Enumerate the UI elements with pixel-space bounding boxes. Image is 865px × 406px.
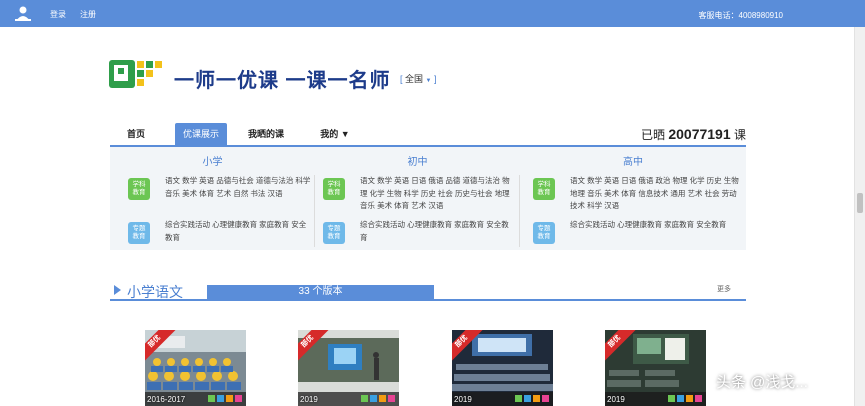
lesson-counter: 已晒 20077191 课 xyxy=(641,123,746,145)
topic-list[interactable]: 综合实践活动 心理健康教育 家庭教育 安全教育 xyxy=(570,219,740,232)
counter-value: 20077191 xyxy=(668,126,731,142)
resource-icon xyxy=(217,395,224,402)
resource-icon xyxy=(235,395,242,402)
resource-icon xyxy=(677,395,684,402)
page-scrollbar[interactable] xyxy=(854,27,865,406)
resource-icon xyxy=(524,395,531,402)
category-panel: 小学 学科 教育 语文 数学 英语 品德与社会 道德与法治 科学 音乐 美术 体育… xyxy=(110,147,746,250)
category-title[interactable]: 初中 xyxy=(315,153,520,168)
resource-icons xyxy=(666,395,702,403)
topic-badge: 专题 教育 xyxy=(128,222,150,244)
subject-badge: 学科 教育 xyxy=(323,178,345,200)
counter-suffix: 课 xyxy=(733,128,746,142)
watermark: 头条 @浅戈... xyxy=(716,374,808,391)
counter-prefix: 已晒 xyxy=(640,128,665,142)
resource-icon xyxy=(361,395,368,402)
resource-icons xyxy=(513,395,549,403)
tab-showcase[interactable]: 优课展示 xyxy=(175,123,227,145)
category-title[interactable]: 小学 xyxy=(110,153,315,168)
more-link[interactable]: 更多 xyxy=(717,284,731,294)
region-selector[interactable]: [ 全国 ▼ ] xyxy=(400,72,437,85)
scrollbar-thumb[interactable] xyxy=(857,193,863,213)
top-bar: 登录 注册 客服电话：4008980910 xyxy=(0,0,865,27)
topic-list[interactable]: 综合实践活动 心理健康教育 家庭教育 安全教育 xyxy=(360,219,515,244)
topic-badge: 专题 教育 xyxy=(533,222,555,244)
site-logo[interactable] xyxy=(109,58,167,90)
resource-icon xyxy=(668,395,675,402)
category-primary: 小学 学科 教育 语文 数学 英语 品德与社会 道德与法治 科学 音乐 美术 体育… xyxy=(110,147,315,250)
login-link[interactable]: 登录 xyxy=(50,9,66,20)
subject-badge: 学科 教育 xyxy=(128,178,150,200)
lesson-thumbnail[interactable]: 部优 2019 xyxy=(298,330,399,406)
tab-home[interactable]: 首页 xyxy=(118,123,154,145)
register-link[interactable]: 注册 xyxy=(80,9,96,20)
resource-icon xyxy=(695,395,702,402)
region-label: 全国 xyxy=(405,74,424,84)
caret-down-icon: ▼ xyxy=(340,129,350,139)
category-high: 高中 学科 教育 语文 数学 英语 日语 俄语 政治 物理 化学 历史 生物 地理… xyxy=(520,147,746,250)
category-title[interactable]: 高中 xyxy=(520,153,746,168)
category-middle: 初中 学科 教育 语文 数学 英语 日语 俄语 品德 道德与法治 物理 化学 生物… xyxy=(315,147,520,250)
subject-list[interactable]: 语文 数学 英语 日语 俄语 品德 道德与法治 物理 化学 生物 科学 历史 社… xyxy=(360,175,515,213)
resource-icons xyxy=(359,395,395,403)
topic-badge: 专题 教育 xyxy=(323,222,345,244)
lesson-thumbnail[interactable]: 部优 2019 xyxy=(452,330,553,406)
version-count[interactable]: 33 个版本 xyxy=(207,285,434,299)
resource-icon xyxy=(542,395,549,402)
subject-list[interactable]: 语文 数学 英语 日语 俄语 政治 物理 化学 历史 生物 地理 音乐 美术 体… xyxy=(570,175,740,213)
tab-mine[interactable]: 我的 ▼ xyxy=(310,123,360,145)
main-nav: 首页 优课展示 我晒的课 我的 ▼ 已晒 20077191 课 xyxy=(110,123,746,148)
triangle-right-icon xyxy=(114,285,121,295)
service-phone: 客服电话：4008980910 xyxy=(698,11,784,20)
lesson-year: 2019 xyxy=(454,395,472,404)
section-underline xyxy=(110,299,746,301)
resource-icon xyxy=(370,395,377,402)
resource-icons xyxy=(206,395,242,403)
resource-icon xyxy=(533,395,540,402)
site-slogan: 一师一优课 一课一名师 xyxy=(174,70,391,92)
resource-icon xyxy=(226,395,233,402)
resource-icon xyxy=(379,395,386,402)
resource-icon xyxy=(208,395,215,402)
lesson-year: 2019 xyxy=(300,395,318,404)
subject-list[interactable]: 语文 数学 英语 品德与社会 道德与法治 科学 音乐 美术 体育 艺术 自然 书… xyxy=(165,175,311,200)
topic-list[interactable]: 综合实践活动 心理健康教育 家庭教育 安全教育 xyxy=(165,219,311,244)
lesson-thumbnail[interactable]: 部优 2019 xyxy=(605,330,706,406)
tab-my-uploads[interactable]: 我晒的课 xyxy=(240,123,292,145)
resource-icon xyxy=(388,395,395,402)
user-icon[interactable] xyxy=(14,5,32,22)
lesson-thumbnail[interactable]: 部优 2016-2017 xyxy=(145,330,246,406)
lesson-year: 2016-2017 xyxy=(147,395,186,404)
resource-icon xyxy=(515,395,522,402)
lesson-year: 2019 xyxy=(607,395,625,404)
subject-badge: 学科 教育 xyxy=(533,178,555,200)
tab-mine-label: 我的 xyxy=(320,129,339,139)
resource-icon xyxy=(686,395,693,402)
